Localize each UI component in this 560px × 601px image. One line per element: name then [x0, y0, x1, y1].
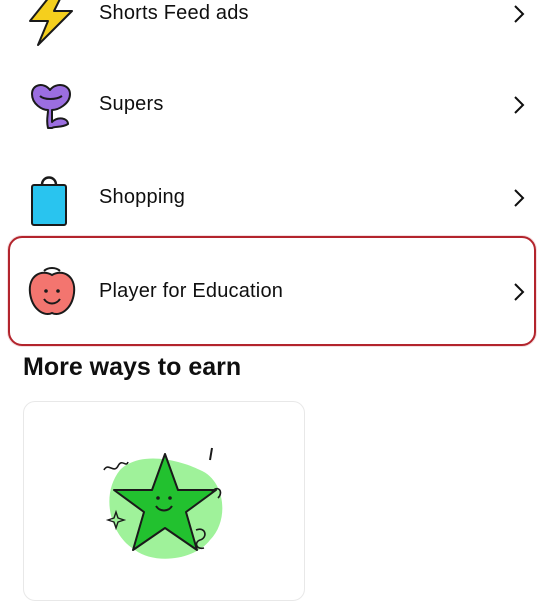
lightning-bolt-icon [29, 0, 73, 46]
list-item-label: Player for Education [99, 280, 284, 302]
chevron-right-icon [514, 4, 525, 23]
list-item-supers[interactable]: Supers [0, 58, 560, 151]
supers-heart-icon [31, 84, 71, 129]
list-item-shopping[interactable]: Shopping [0, 151, 560, 244]
star-icon [103, 447, 223, 559]
apple-face-icon [28, 267, 76, 315]
chevron-right-icon [514, 282, 525, 301]
chevron-right-icon [514, 188, 525, 207]
chevron-right-icon [514, 95, 525, 114]
list-item-label: Supers [99, 93, 164, 115]
list-item-shorts-feed-ads[interactable]: Shorts Feed ads [0, 0, 560, 60]
section-title: More ways to earn [23, 353, 242, 381]
list-item-label: Shopping [99, 186, 186, 208]
list-item-player-for-education[interactable]: Player for Education [0, 245, 560, 338]
earn-card[interactable] [23, 401, 305, 601]
shopping-bag-icon [31, 176, 67, 226]
list-item-label: Shorts Feed ads [99, 2, 249, 24]
